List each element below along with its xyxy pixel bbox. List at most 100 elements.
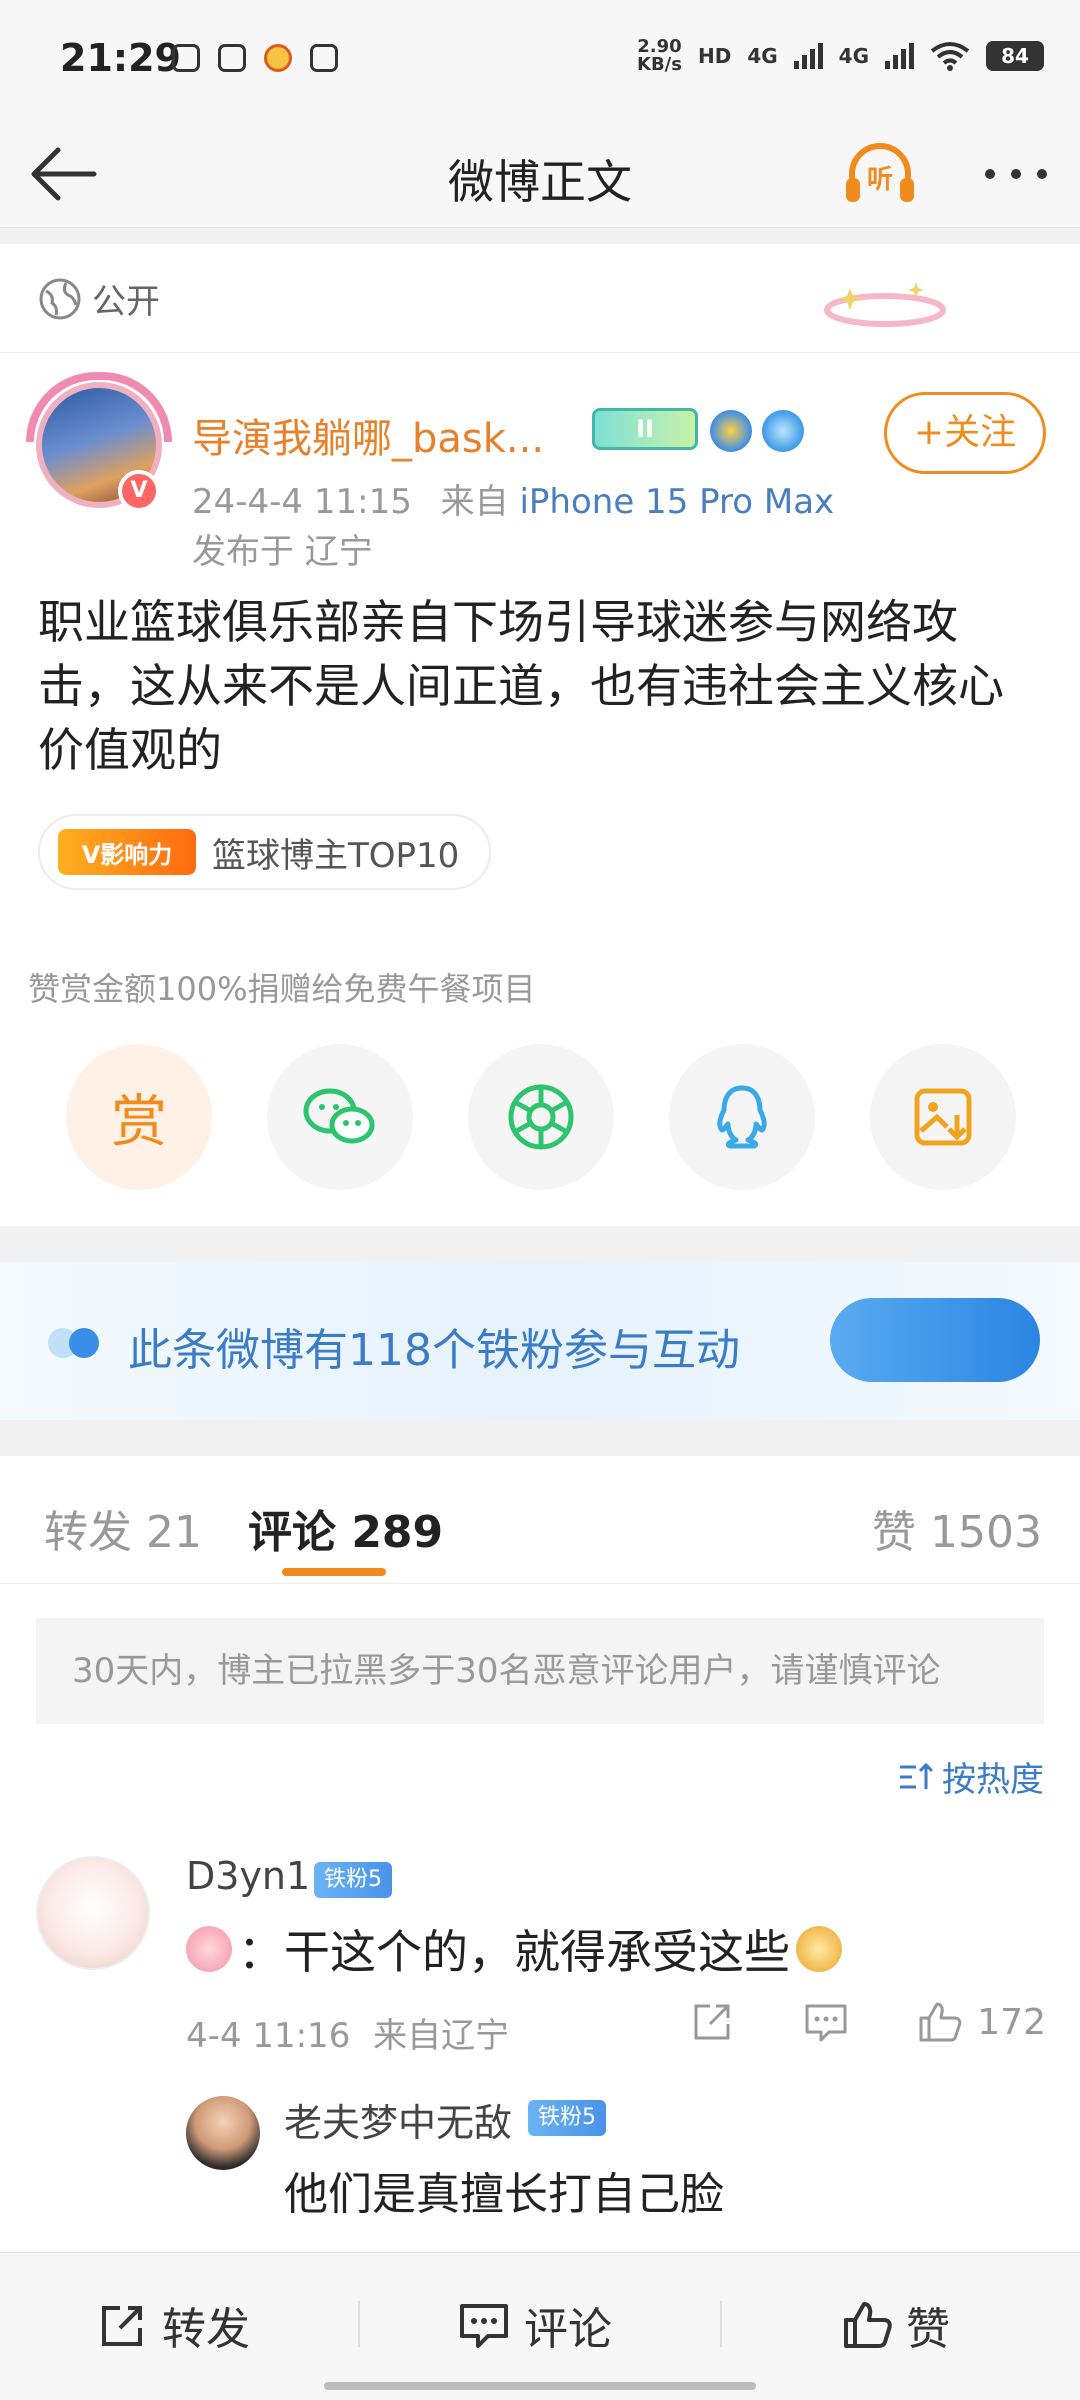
doge-emoji-icon	[796, 1926, 842, 1972]
influence-badge: V影响力	[58, 829, 196, 875]
comment-location: 来自辽宁	[373, 2016, 510, 2056]
battery-indicator: 84	[986, 41, 1044, 71]
tab-comment[interactable]: 评论 289	[248, 1496, 443, 1560]
hd-tag: HD	[697, 44, 732, 68]
fan-level-badge: 铁粉5	[314, 1862, 392, 1898]
listen-headphones-icon[interactable]: 听	[840, 134, 920, 214]
moments-icon	[508, 1084, 574, 1150]
more-options-icon[interactable]	[976, 134, 1056, 214]
visibility-label: 公开	[92, 282, 160, 322]
comment-like-button[interactable]: 172	[917, 2000, 1046, 2044]
follow-button[interactable]: +关注	[884, 392, 1046, 474]
like-button[interactable]: 赞	[842, 2293, 950, 2357]
post-location: 发布于 辽宁	[192, 532, 373, 572]
wifi-icon	[930, 42, 970, 71]
post-timestamp: 24-4-4 11:15	[192, 482, 412, 522]
comment-text: ：干这个的，就得承受这些	[186, 1916, 842, 1982]
commenter-avatar[interactable]	[36, 1856, 150, 1970]
home-indicator[interactable]	[324, 2382, 756, 2390]
weibo-notification-icon	[264, 44, 292, 72]
comment-icon	[460, 2304, 508, 2348]
net-speed: 2.90 KB/s	[637, 36, 682, 75]
divider	[0, 352, 1080, 353]
repost-label: 转发	[162, 2304, 250, 2355]
reply-comment-icon[interactable]	[803, 2000, 849, 2044]
globe-icon	[39, 278, 81, 319]
sort-label: 按热度	[942, 1760, 1044, 1800]
comment-meta: 4-4 11:16 来自辽宁	[186, 2008, 509, 2057]
share-comment-icon[interactable]	[690, 2000, 734, 2044]
fans-toggle-icon	[48, 1328, 99, 1358]
post-text: 职业篮球俱乐部亲自下场引导球迷参与网络攻击，这从来不是人间正道，也有违社会主义核…	[38, 595, 1004, 777]
comment-button[interactable]: 评论	[458, 2293, 612, 2357]
visibility-indicator: 公开	[38, 274, 160, 323]
source-device-link[interactable]: iPhone 15 Pro Max	[519, 482, 834, 522]
sort-toggle[interactable]: 按热度	[898, 1752, 1044, 1801]
reply-avatar[interactable]	[186, 2096, 260, 2170]
sort-icon	[900, 1762, 934, 1789]
verified-badge-icon: V	[118, 470, 160, 512]
share-qq-button[interactable]	[669, 1044, 815, 1190]
fans-interaction-text: 此条微博有118个铁粉参与互动	[128, 1325, 740, 1376]
reward-button[interactable]: 赏	[66, 1044, 212, 1190]
comment-notice: 30天内，博主已拉黑多于30名恶意评论用户，请谨慎评论	[36, 1618, 1044, 1724]
fans-interaction-bar[interactable]: 此条微博有118个铁粉参与互动	[0, 1262, 1080, 1420]
status-time: 21:29	[60, 36, 181, 80]
like-icon	[844, 2302, 892, 2348]
reward-note: 赞赏金额100%捐赠给免费午餐项目	[28, 970, 536, 1008]
bottom-action-bar: 转发 评论 赞	[0, 2252, 1080, 2400]
reward-label: 赏	[111, 1089, 167, 1155]
fans-action-button[interactable]	[830, 1298, 1040, 1382]
share-moments-button[interactable]	[468, 1044, 614, 1190]
source-prefix: 来自	[440, 482, 509, 522]
nav-bar: 微博正文 听	[0, 120, 1080, 228]
tab-repost[interactable]: 转发 21	[44, 1496, 202, 1560]
active-tab-indicator	[282, 1568, 386, 1576]
comment-label: 评论	[524, 2304, 612, 2355]
comment-time: 4-4 11:16	[186, 2016, 351, 2056]
signal-bars-icon-2	[885, 43, 914, 69]
comments-section: 转发 21 评论 289 赞 1503 30天内，博主已拉黑多于30名恶意评论用…	[0, 1456, 1080, 2256]
wechat-notification-icon	[218, 44, 246, 72]
reply-text: 他们是真擅长打自己脸	[284, 2169, 724, 2220]
like-label: 赞	[906, 2304, 950, 2355]
share-row: 赏	[66, 1044, 1016, 1190]
avatar-frame-headphones	[26, 372, 172, 442]
document-notification-icon	[310, 44, 338, 72]
tab-like[interactable]: 赞 1503	[872, 1496, 1042, 1560]
comment-like-count: 172	[977, 2001, 1046, 2043]
reply-fan-badge: 铁粉5	[528, 2100, 606, 2136]
signal-label-1: 4G	[747, 44, 778, 68]
qq-icon	[717, 1085, 767, 1149]
comment-tabs: 转发 21 评论 289 赞 1503	[0, 1456, 1080, 1584]
post-card: 公开 V 导演我躺哪_bask... II +关注 24-4-4 11:15 来…	[0, 244, 1080, 1226]
listen-label: 听	[867, 165, 893, 195]
repost-button[interactable]: 转发	[98, 2293, 250, 2357]
save-image-icon	[914, 1088, 972, 1146]
medal-badge-icon[interactable]	[710, 410, 752, 452]
post-meta: 24-4-4 11:15 来自 iPhone 15 Pro Max	[192, 474, 834, 523]
repost-icon	[102, 2306, 142, 2346]
save-image-button[interactable]	[870, 1044, 1016, 1190]
signal-label-2: 4G	[838, 44, 869, 68]
app-notification-icon	[172, 44, 200, 72]
share-wechat-button[interactable]	[267, 1044, 413, 1190]
influence-label: 篮球博主TOP10	[212, 835, 460, 876]
thumbs-up-icon	[919, 2002, 962, 2042]
signal-bars-icon	[793, 43, 823, 69]
reply-user-name[interactable]: 老夫梦中无敌	[284, 2092, 512, 2147]
decoration-sparkle-icon	[824, 282, 946, 327]
comment-actions: 172	[690, 2000, 1046, 2044]
wechat-icon	[303, 1088, 375, 1144]
notification-icons	[172, 44, 338, 72]
member-level-badge[interactable]: II	[592, 408, 698, 450]
status-bar: 21:29 2.90 KB/s HD 4G 4G 84	[0, 0, 1080, 120]
divider	[358, 2301, 360, 2347]
pig-emoji-icon	[186, 1926, 232, 1972]
commenter-name[interactable]: D3yn1	[186, 1854, 310, 1898]
author-name[interactable]: 导演我躺哪_bask...	[192, 406, 544, 464]
divider	[720, 2301, 722, 2347]
shark-badge-icon[interactable]	[762, 410, 804, 452]
influence-tag[interactable]: V影响力 篮球博主TOP10	[38, 814, 492, 890]
status-right: 2.90 KB/s HD 4G 4G 84	[637, 38, 1044, 74]
